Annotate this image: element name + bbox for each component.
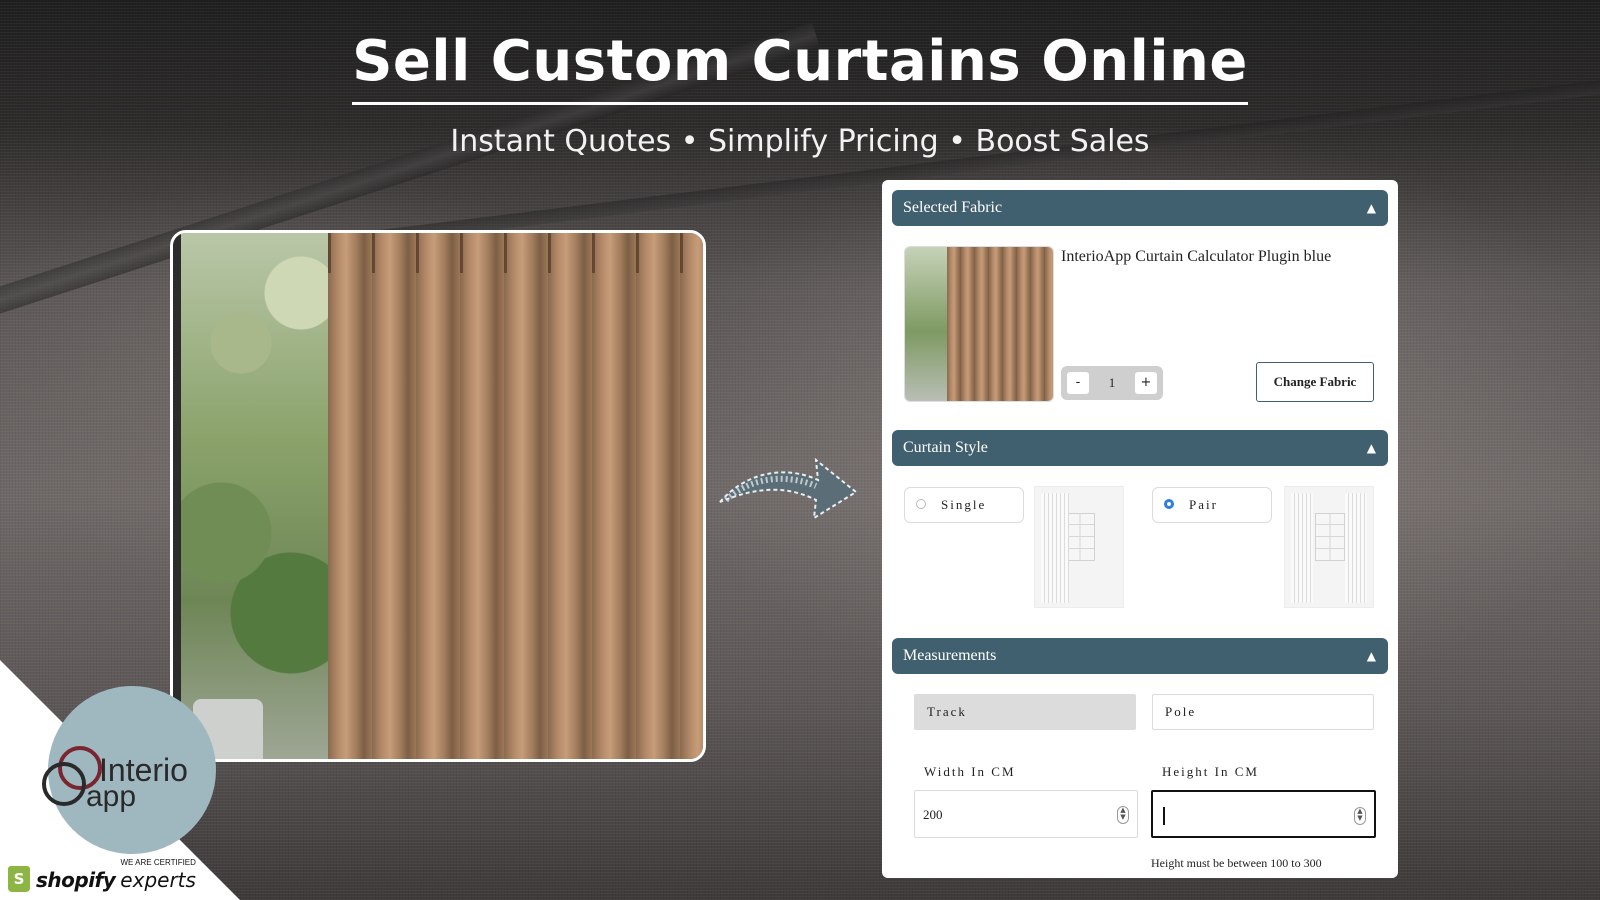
logo-text-app: app — [86, 780, 137, 813]
window-illustration — [1065, 513, 1095, 561]
fabric-thumbnail — [904, 246, 1054, 402]
curtain-pleats — [328, 233, 703, 273]
thumbnail-curtain — [947, 247, 1053, 401]
quantity-value[interactable]: 1 — [1091, 366, 1133, 400]
curtain-calculator-panel: Selected Fabric ▲ InterioApp Curtain Cal… — [882, 180, 1398, 878]
mount-type-track[interactable]: Track — [914, 694, 1136, 730]
chevron-up-icon[interactable]: ▲ — [1367, 190, 1376, 226]
left-panel-illustration — [1291, 493, 1313, 603]
style-option-label: Pair — [1189, 497, 1218, 512]
mount-type-pole[interactable]: Pole — [1152, 694, 1374, 730]
curtain-photo — [170, 230, 706, 762]
spinner-icon[interactable]: ▲ ▼ — [1354, 807, 1366, 825]
experts-wordmark: experts — [120, 868, 196, 892]
shopify-words: WE ARE CERTIFIED shopify experts — [36, 858, 196, 892]
text-caret — [1163, 807, 1165, 825]
section-title: Selected Fabric — [903, 199, 1003, 216]
style-option-pair[interactable]: Pair — [1152, 487, 1272, 523]
spinner-icon[interactable]: ▲ ▼ — [1117, 806, 1129, 824]
single-curtain-illustration[interactable] — [1034, 486, 1124, 608]
panel-illustration — [1041, 493, 1069, 603]
height-helper-text: Height must be between 100 to 300 — [1151, 856, 1322, 870]
curved-arrow-icon — [719, 457, 858, 520]
shopify-experts-badge: WE ARE CERTIFIED shopifyexperts — [8, 858, 196, 892]
headline: Sell Custom Curtains Online — [0, 29, 1600, 106]
height-input[interactable] — [1153, 792, 1343, 838]
section-header-measurements[interactable]: Measurements ▲ — [892, 638, 1388, 674]
certified-text: WE ARE CERTIFIED — [120, 858, 196, 867]
section-title: Measurements — [903, 647, 997, 664]
chevron-up-icon[interactable]: ▲ — [1367, 638, 1376, 674]
height-label: Height In CM — [1162, 764, 1259, 779]
window-illustration — [1315, 513, 1345, 561]
width-label: Width In CM — [924, 764, 1016, 779]
width-input[interactable] — [915, 791, 1105, 839]
radio-selected-icon[interactable] — [1164, 499, 1174, 509]
style-option-label: Single — [941, 497, 987, 512]
page-subtitle: Instant Quotes • Simplify Pricing • Boos… — [450, 124, 1150, 159]
curtain-fabric — [328, 233, 703, 759]
radio-unselected-icon[interactable] — [916, 499, 926, 509]
shopify-wordmark: shopify — [36, 868, 116, 892]
section-title: Curtain Style — [903, 439, 988, 456]
page-title: Sell Custom Curtains Online — [352, 29, 1248, 106]
pair-curtain-illustration[interactable] — [1284, 486, 1374, 608]
quantity-stepper: - 1 + — [1061, 366, 1163, 400]
width-field: ▲▼ — [914, 790, 1138, 839]
increment-button[interactable]: + — [1135, 372, 1157, 394]
change-fabric-button[interactable]: Change Fabric — [1256, 362, 1374, 402]
section-header-selected-fabric[interactable]: Selected Fabric ▲ — [892, 190, 1388, 226]
shopify-bag-icon — [8, 866, 30, 892]
fabric-name: InterioApp Curtain Calculator Plugin blu… — [1061, 248, 1332, 265]
section-header-curtain-style[interactable]: Curtain Style ▲ — [892, 430, 1388, 466]
chevron-up-icon[interactable]: ▲ — [1367, 430, 1376, 466]
right-panel-illustration — [1345, 493, 1367, 603]
height-field: ▲ ▼ — [1151, 790, 1376, 838]
thumbnail-window — [905, 247, 949, 401]
window-view — [173, 233, 341, 759]
decrement-button[interactable]: - — [1067, 372, 1089, 394]
style-option-single[interactable]: Single — [904, 487, 1024, 523]
